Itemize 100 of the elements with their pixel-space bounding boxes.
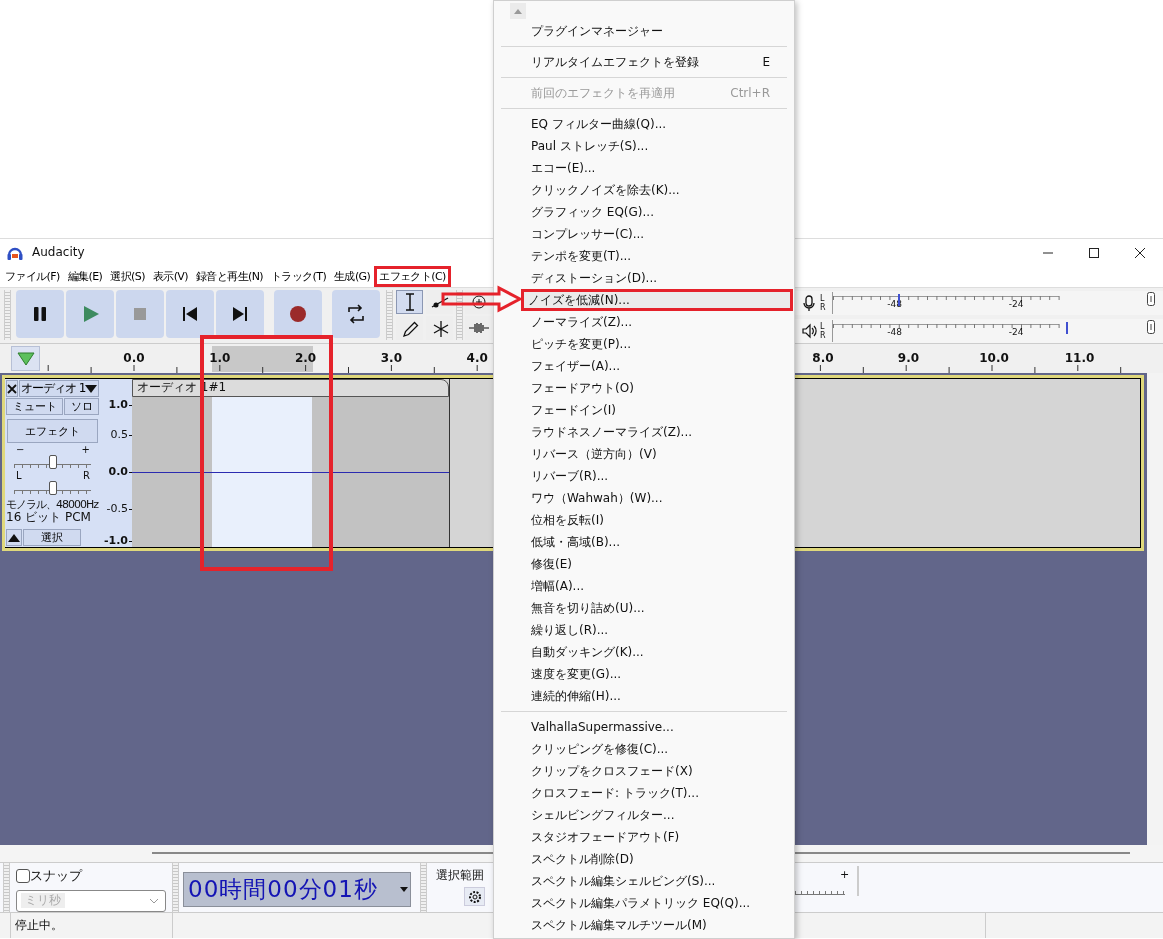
- menu-item[interactable]: スペクトル削除(D): [494, 848, 794, 870]
- toolbar-grip[interactable]: [172, 863, 179, 912]
- menu-item[interactable]: スタジオフェードアウト(F): [494, 826, 794, 848]
- menu-item[interactable]: エフェクト(C): [374, 266, 451, 287]
- menu-item[interactable]: ワウ（Wahwah）(W)...: [494, 487, 794, 509]
- menu-item[interactable]: 表示(V): [148, 266, 192, 287]
- toolbar-grip[interactable]: [3, 863, 10, 912]
- menu-item[interactable]: クリックノイズを除去(K)...: [494, 179, 794, 201]
- ruler-label: 2.0: [294, 351, 317, 366]
- menu-item[interactable]: フェードイン(I): [494, 399, 794, 421]
- caret-up-icon: [514, 8, 522, 14]
- menu-item[interactable]: ラウドネスノーマライズ(Z)...: [494, 421, 794, 443]
- scale-label: 0.0: [108, 465, 128, 479]
- loop-button[interactable]: [332, 290, 380, 338]
- menu-item[interactable]: 連続的伸縮(H)...: [494, 685, 794, 707]
- ruler-label: 10.0: [979, 351, 1009, 366]
- skip-to-end-button[interactable]: [216, 290, 264, 338]
- menu-item[interactable]: 増幅(A)...: [494, 575, 794, 597]
- track-name-dropdown[interactable]: オーディオ 1: [19, 380, 100, 397]
- menu-item[interactable]: スペクトル編集マルチツール(M): [494, 914, 794, 936]
- scale-label: 1.0: [108, 398, 128, 412]
- close-icon: [7, 384, 17, 394]
- ruler-label: 11.0: [1064, 351, 1095, 366]
- snap-label: スナップ: [30, 868, 82, 884]
- timeline-options-button[interactable]: [11, 346, 40, 371]
- solo-button[interactable]: ソロ: [64, 398, 99, 415]
- collapse-button[interactable]: [6, 529, 22, 546]
- slider-thumb-icon[interactable]: [1147, 320, 1155, 334]
- zoom-in-icon: [470, 294, 487, 310]
- menu-item[interactable]: ディストーション(D)...: [494, 267, 794, 289]
- menu-item[interactable]: リバース（逆方向）(V): [494, 443, 794, 465]
- settings-button[interactable]: [464, 887, 485, 907]
- slider-thumb-icon[interactable]: [1147, 292, 1155, 306]
- menu-item-label: リアルタイムエフェクトを登録: [531, 54, 700, 70]
- slider-label: +: [840, 868, 850, 883]
- microphone-icon: [801, 295, 817, 311]
- channel-label: R: [820, 303, 827, 312]
- skip-to-start-button[interactable]: [166, 290, 214, 338]
- slider-label: +: [81, 445, 90, 455]
- pause-button[interactable]: [16, 290, 64, 338]
- i-beam-icon: [405, 293, 414, 311]
- menu-item[interactable]: シェルビングフィルター...: [494, 804, 794, 826]
- menu-item[interactable]: EQ フィルター曲線(Q)...: [494, 113, 794, 135]
- toolbar-grip[interactable]: [420, 863, 427, 912]
- menu-item[interactable]: コンプレッサー(C)...: [494, 223, 794, 245]
- menu-item[interactable]: スペクトル編集パラメトリック EQ(Q)...: [494, 892, 794, 914]
- slider-thumb[interactable]: [48, 455, 57, 469]
- menu-item[interactable]: エコー(E)...: [494, 157, 794, 179]
- menu-item[interactable]: トラック(T): [266, 266, 331, 287]
- slider-thumb[interactable]: [48, 481, 57, 495]
- toolbar-grip[interactable]: [456, 290, 463, 340]
- menu-item[interactable]: 低域・高域(B)...: [494, 531, 794, 553]
- effects-button[interactable]: エフェクト: [7, 419, 98, 443]
- menu-item[interactable]: 速度を変更(G)...: [494, 663, 794, 685]
- menu-item[interactable]: 自動ダッキング(K)...: [494, 641, 794, 663]
- menu-item-label: 前回のエフェクトを再適用: [531, 85, 676, 101]
- menu-item[interactable]: ファイル(F): [1, 266, 64, 287]
- menu-item[interactable]: クリップをクロスフェード(X): [494, 760, 794, 782]
- menu-item[interactable]: テンポを変更(T)...: [494, 245, 794, 267]
- slider-label: L: [16, 471, 22, 481]
- menu-item[interactable]: ノーマライズ(Z)...: [494, 311, 794, 333]
- menu-item[interactable]: 修復(E): [494, 553, 794, 575]
- menu-item[interactable]: 生成(G): [330, 266, 375, 287]
- menu-item[interactable]: ノイズを低減(N)...: [521, 289, 793, 311]
- selection-label: 選択範囲: [436, 868, 485, 883]
- menu-item[interactable]: クリッピングを修復(C)...: [494, 738, 794, 760]
- select-button[interactable]: 選択: [23, 529, 81, 546]
- menu-item[interactable]: リアルタイムエフェクトを登録 E: [494, 51, 794, 73]
- time-display[interactable]: 00時間00分01秒: [183, 872, 411, 907]
- ruler-label: 0.0: [123, 351, 145, 366]
- toolbar-grip[interactable]: [4, 290, 11, 340]
- slider-label: R: [83, 471, 90, 481]
- checkbox-square[interactable]: [16, 868, 30, 883]
- snap-checkbox[interactable]: スナップ: [16, 868, 172, 884]
- menu-item[interactable]: ValhallaSupermassive...: [494, 716, 794, 738]
- menu-item[interactable]: 位相を反転(I): [494, 509, 794, 531]
- menu-item[interactable]: グラフィック EQ(G)...: [494, 201, 794, 223]
- menu-item[interactable]: 選択(S): [106, 266, 149, 287]
- menu-item[interactable]: リバーブ(R)...: [494, 465, 794, 487]
- meter-label: -24: [1008, 299, 1024, 310]
- channel-label: L: [820, 322, 826, 331]
- record-button[interactable]: [274, 290, 322, 338]
- toolbar-grip[interactable]: [386, 290, 393, 340]
- mute-button[interactable]: ミュート: [6, 398, 63, 415]
- menu-item[interactable]: フェードアウト(O): [494, 377, 794, 399]
- menu-shortcut: E: [762, 54, 770, 70]
- channel-label: R: [820, 331, 827, 340]
- menu-item[interactable]: 録音と再生(N): [191, 266, 267, 287]
- scale-label: 0.5: [110, 428, 128, 442]
- menu-item[interactable]: フェイザー(A)...: [494, 355, 794, 377]
- menu-item[interactable]: Paul ストレッチ(S)...: [494, 135, 794, 157]
- menu-item[interactable]: クロスフェード: トラック(T)...: [494, 782, 794, 804]
- menu-item[interactable]: 繰り返し(R)...: [494, 619, 794, 641]
- close-track-button[interactable]: [6, 380, 18, 397]
- menu-item[interactable]: 無音を切り詰め(U)...: [494, 597, 794, 619]
- tool-button[interactable]: [396, 290, 423, 314]
- menu-item[interactable]: 編集(E): [63, 266, 107, 287]
- menu-item[interactable]: スペクトル編集シェルビング(S)...: [494, 870, 794, 892]
- menu-item[interactable]: プラグインマネージャー: [494, 20, 794, 42]
- menu-item[interactable]: ピッチを変更(P)...: [494, 333, 794, 355]
